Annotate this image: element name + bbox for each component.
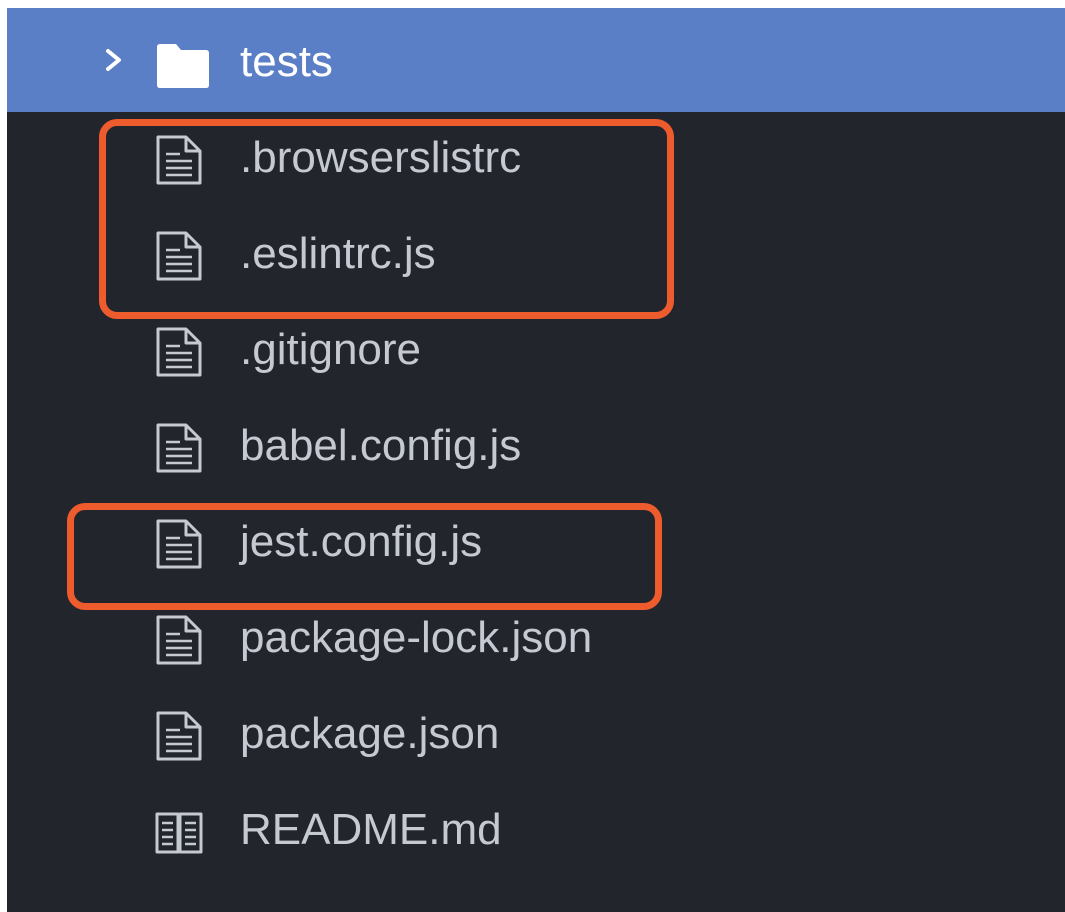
file-row[interactable]: .eslintrc.js xyxy=(7,208,1065,304)
file-name: babel.config.js xyxy=(240,421,522,470)
file-text-icon xyxy=(156,519,202,569)
file-name: jest.config.js xyxy=(240,517,483,566)
file-row[interactable]: babel.config.js xyxy=(7,400,1065,496)
folder-row-tests[interactable]: tests xyxy=(7,8,1065,112)
file-text-icon xyxy=(156,615,202,665)
file-name: README.md xyxy=(240,805,502,854)
file-text-icon xyxy=(156,135,202,185)
folder-icon xyxy=(157,44,209,88)
file-row[interactable]: jest.config.js xyxy=(7,496,1065,592)
file-name: package-lock.json xyxy=(240,613,593,662)
file-name: .browserslistrc xyxy=(240,133,522,182)
file-row[interactable]: .gitignore xyxy=(7,304,1065,400)
file-row[interactable]: .browserslistrc xyxy=(7,112,1065,208)
file-text-icon xyxy=(156,711,202,761)
file-row[interactable]: package.json xyxy=(7,688,1065,784)
file-name: .gitignore xyxy=(240,325,422,374)
file-name: package.json xyxy=(240,709,500,758)
file-text-icon xyxy=(156,231,202,281)
book-icon xyxy=(155,812,203,854)
folder-name: tests xyxy=(240,37,333,86)
file-explorer: tests .browserslistrc .eslintrc.js .giti… xyxy=(7,8,1065,912)
chevron-right-icon[interactable] xyxy=(103,48,125,72)
file-row[interactable]: package-lock.json xyxy=(7,592,1065,688)
file-text-icon xyxy=(156,327,202,377)
file-row[interactable]: README.md xyxy=(7,784,1065,880)
file-text-icon xyxy=(156,423,202,473)
file-name: .eslintrc.js xyxy=(240,229,436,278)
